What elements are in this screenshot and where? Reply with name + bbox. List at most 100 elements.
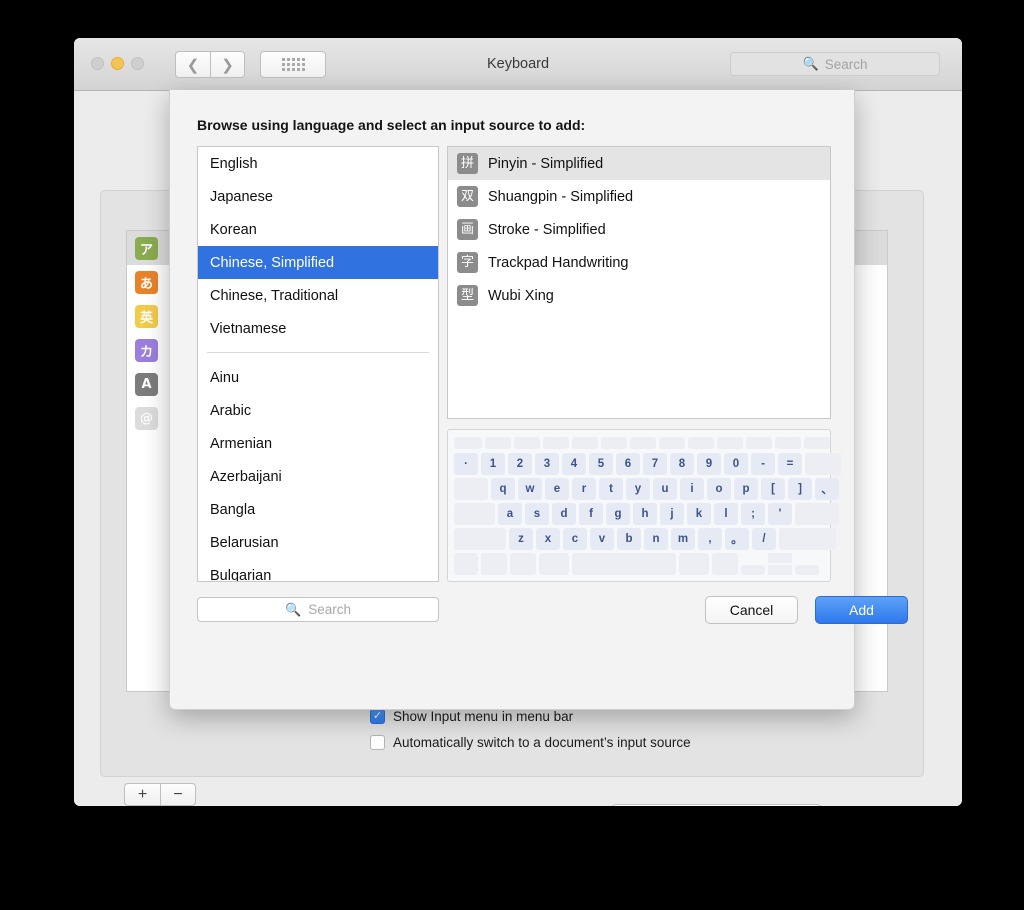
key-blank [454,553,478,575]
key-y: y [626,478,650,500]
key-blank [795,565,819,575]
key-blank [454,437,482,449]
keyboard-row-qwerty: q w e r t y u i o p[]、 [454,478,839,500]
add-input-source-button[interactable]: + [124,783,160,806]
key-blank [601,437,627,449]
key-b: b [617,528,641,550]
remove-input-source-button[interactable]: − [160,783,196,806]
key-blank [481,553,507,575]
key-9: 9 [697,453,721,475]
key-i: i [680,478,704,500]
key-blank [572,437,598,449]
key-u: u [653,478,677,500]
key-blank [741,565,765,575]
key-blank [779,528,836,550]
key-blank [485,437,511,449]
language-item-ainu[interactable]: Ainu [198,361,438,394]
key-t: t [599,478,623,500]
input-source-option-wubi-xing[interactable]: 型 Wubi Xing [448,279,830,312]
checkbox-checked-icon[interactable]: ✓ [370,709,385,724]
key-blank [454,478,488,500]
key-0: 0 [724,453,748,475]
keyboard-row-modifiers [454,553,824,575]
language-item-belarusian[interactable]: Belarusian [198,526,438,559]
key-blank [679,553,709,575]
language-list-divider [207,352,429,353]
language-item-bulgarian[interactable]: Bulgarian [198,559,438,582]
key-blank [804,437,830,449]
key-blank [454,528,506,550]
key-q: q [491,478,515,500]
input-source-option-shuangpin[interactable]: 双 Shuangpin - Simplified [448,180,830,213]
key-3: 3 [535,453,559,475]
input-source-option-stroke[interactable]: 画 Stroke - Simplified [448,213,830,246]
cancel-button[interactable]: Cancel [705,596,798,624]
language-item-chinese-traditional[interactable]: Chinese, Traditional [198,279,438,312]
key-h: h [633,503,657,525]
stroke-icon: 画 [457,219,478,240]
key-;: ; [741,503,765,525]
auto-switch-checkbox-row[interactable]: Automatically switch to a document’s inp… [370,735,691,750]
language-item-english[interactable]: English [198,147,438,180]
add-button[interactable]: Add [815,596,908,624]
key-4: 4 [562,453,586,475]
key-d: d [552,503,576,525]
keyboard-row-home: a s d f g h j k l; ' [454,503,839,525]
language-item-chinese-simplified[interactable]: Chinese, Simplified [198,246,438,279]
input-source-icon: @ [135,406,158,430]
key-2: 2 [508,453,532,475]
key-blank [712,553,738,575]
auto-switch-label: Automatically switch to a document’s inp… [393,735,691,750]
language-item-korean[interactable]: Korean [198,213,438,246]
key-c: c [563,528,587,550]
language-item-arabic[interactable]: Arabic [198,394,438,427]
input-source-option-pinyin[interactable]: 拼 Pinyin - Simplified [448,147,830,180]
language-item-armenian[interactable]: Armenian [198,427,438,460]
key-f: f [579,503,603,525]
key-[: [ [761,478,785,500]
wubi-icon: 型 [457,285,478,306]
key-p: p [734,478,758,500]
show-input-menu-checkbox-row[interactable]: ✓ Show Input menu in menu bar [370,709,573,724]
sheet-title: Browse using language and select an inpu… [197,117,586,133]
input-source-option-label: Pinyin - Simplified [488,155,604,172]
key-。: 。 [725,528,749,550]
key-l: l [714,503,738,525]
key-blank [659,437,685,449]
key-blank [795,503,839,525]
setup-bluetooth-keyboard-button[interactable]: Set Up Bluetooth Keyboard… [611,804,823,806]
shuangpin-icon: 双 [457,186,478,207]
language-item-azerbaijani[interactable]: Azerbaijani [198,460,438,493]
key-5: 5 [589,453,613,475]
checkbox-unchecked-icon[interactable] [370,735,385,750]
show-input-menu-label: Show Input menu in menu bar [393,709,574,724]
key-a: a [498,503,522,525]
window-search-placeholder: Search [824,56,868,72]
key-·: · [454,453,478,475]
keyboard-row-function [454,437,830,449]
key-e: e [545,478,569,500]
key-blank [454,503,495,525]
key-blank [543,437,569,449]
window-search-field[interactable]: 🔍 Search [730,52,940,76]
key-k: k [687,503,711,525]
search-icon: 🔍 [802,56,819,71]
input-source-choices-list[interactable]: 拼 Pinyin - Simplified 双 Shuangpin - Simp… [447,146,831,419]
preferences-content: ア あ 英 カ A @ + − ✓ Show Input menu in men… [74,90,962,806]
input-source-icon: あ [135,270,158,294]
language-item-japanese[interactable]: Japanese [198,180,438,213]
keyboard-row-bottom-letters: z x c v b n m,。 / [454,528,836,550]
key-v: v [590,528,614,550]
language-list[interactable]: English Japanese Korean Chinese, Simplif… [197,146,439,582]
language-item-vietnamese[interactable]: Vietnamese [198,312,438,345]
language-item-bangla[interactable]: Bangla [198,493,438,526]
key-w: w [518,478,542,500]
input-source-option-trackpad-handwriting[interactable]: 字 Trackpad Handwriting [448,246,830,279]
key-8: 8 [670,453,694,475]
key-blank [746,437,772,449]
key-z: z [509,528,533,550]
key-blank [514,437,540,449]
key-s: s [525,503,549,525]
key-1: 1 [481,453,505,475]
sheet-search-field[interactable]: 🔍 Search [197,597,439,622]
